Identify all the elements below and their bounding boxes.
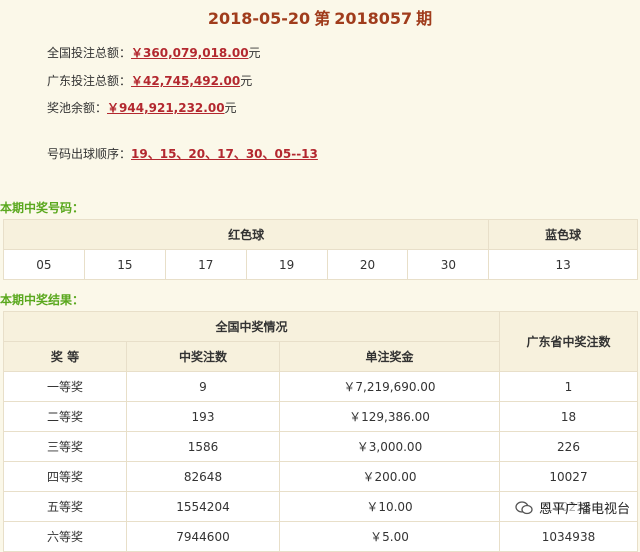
winner-count: 82648: [126, 461, 280, 492]
national-sales-value: ￥360,079,018.00: [131, 46, 249, 60]
prize-amount: ￥10.00: [279, 491, 500, 522]
red-ball: 05: [3, 249, 85, 280]
guangdong-sales-unit: 元: [240, 74, 253, 88]
guangdong-sales-row: 广东投注总额：￥42,745,492.00元: [47, 72, 252, 89]
red-ball: 19: [245, 249, 328, 280]
guangdong-winner-count: 18: [499, 401, 638, 432]
guangdong-winner-count: 1034938: [499, 521, 638, 552]
winner-count: 1586: [126, 431, 280, 462]
draw-title: 2018-05-20 第 2018057 期: [0, 5, 640, 29]
channel-watermark: 恩平广播电视台: [514, 498, 630, 517]
jackpot-label: 奖池余额：: [47, 101, 108, 115]
prize-amount: ￥3,000.00: [279, 431, 500, 462]
winning-numbers-heading: 本期中奖号码：: [0, 201, 85, 215]
prize-level-header: 奖 等: [3, 341, 127, 372]
winner-count-header: 中奖注数: [126, 341, 280, 372]
national-sales-label: 全国投注总额：: [47, 46, 132, 60]
winner-count: 193: [126, 401, 280, 432]
draw-order-label: 号码出球顺序：: [47, 147, 132, 161]
jackpot-row: 奖池余额：￥944,921,232.00元: [47, 99, 237, 116]
red-ball-header: 红色球: [2, 219, 490, 250]
red-ball: 30: [407, 249, 490, 280]
prize-amount: ￥5.00: [279, 521, 500, 552]
guangdong-winner-count: 1: [499, 371, 638, 402]
national-sales-row: 全国投注总额：￥360,079,018.00元: [47, 44, 261, 61]
prize-amount: ￥200.00: [279, 461, 500, 492]
prize-level: 四等奖: [3, 461, 127, 492]
draw-qi: 期: [416, 9, 433, 28]
draw-date: 2018-05-20: [207, 9, 311, 28]
watermark-text: 恩平广播电视台: [538, 502, 630, 517]
red-ball: 15: [83, 249, 166, 280]
blue-ball-header: 蓝色球: [488, 219, 638, 250]
prize-level: 六等奖: [3, 521, 127, 552]
winning-numbers-table: 红色球 蓝色球 05 15 17 19 20 30 13: [2, 219, 638, 280]
draw-order-row: 号码出球顺序：19、15、20、17、30、05--13: [47, 145, 318, 162]
guangdong-winner-count: 10027: [499, 461, 638, 492]
table-row: 四等奖 82648 ￥200.00 10027: [3, 461, 638, 492]
wechat-icon: [515, 500, 533, 514]
national-results-header: 全国中奖情况: [3, 311, 500, 342]
table-row: 二等奖 193 ￥129,386.00 18: [3, 401, 638, 432]
prize-amount-header: 单注奖金: [279, 341, 500, 372]
blue-ball: 13: [488, 249, 638, 280]
draw-order-value: 19、15、20、17、30、05--13: [131, 147, 318, 161]
table-row: 一等奖 9 ￥7,219,690.00 1: [3, 371, 638, 402]
winner-count: 7944600: [126, 521, 280, 552]
guangdong-winner-count: 226: [499, 431, 638, 462]
prize-amount: ￥129,386.00: [279, 401, 500, 432]
guangdong-sales-value: ￥42,745,492.00: [131, 74, 241, 88]
jackpot-unit: 元: [224, 101, 237, 115]
draw-issue: 2018057: [334, 9, 413, 28]
guangdong-sales-label: 广东投注总额：: [47, 74, 132, 88]
prize-amount: ￥7,219,690.00: [279, 371, 500, 402]
national-sales-unit: 元: [248, 46, 261, 60]
jackpot-value: ￥944,921,232.00: [107, 101, 225, 115]
guangdong-winners-header: 广东省中奖注数: [499, 311, 638, 372]
winner-count: 9: [126, 371, 280, 402]
red-ball: 17: [164, 249, 247, 280]
draw-di: 第: [314, 9, 331, 28]
winner-count: 1554204: [126, 491, 280, 522]
table-row: 六等奖 7944600 ￥5.00 1034938: [3, 521, 638, 552]
prize-level: 二等奖: [3, 401, 127, 432]
results-heading: 本期中奖结果：: [0, 293, 85, 307]
prize-level: 一等奖: [3, 371, 127, 402]
red-ball: 20: [326, 249, 409, 280]
prize-level: 五等奖: [3, 491, 127, 522]
prize-level: 三等奖: [3, 431, 127, 462]
table-row: 三等奖 1586 ￥3,000.00 226: [3, 431, 638, 462]
